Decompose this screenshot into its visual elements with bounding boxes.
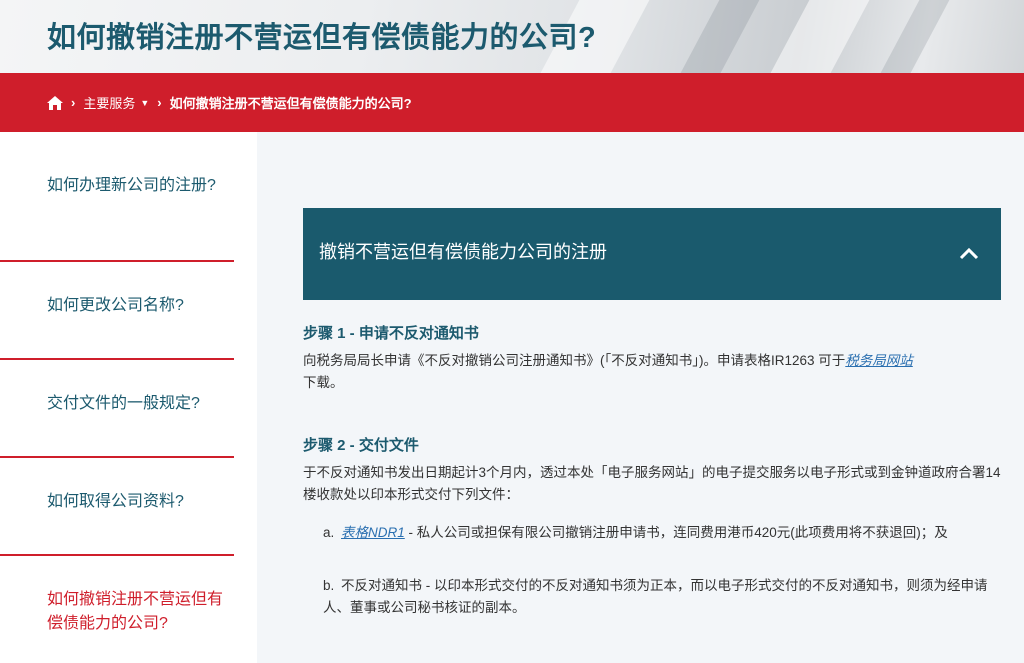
list-item-text: 不反对通知书 - 以印本形式交付的不反对通知书须为正本，而以电子形式交付的不反对… <box>323 578 988 615</box>
breadcrumb-current: 如何撤销注册不营运但有偿债能力的公司? <box>169 96 412 111</box>
caret-down-icon[interactable]: ▼ <box>140 98 149 108</box>
sidebar-item-label[interactable]: 交付文件的一般规定? <box>47 392 227 416</box>
chevron-up-icon[interactable] <box>959 246 979 260</box>
sidebar-item-deregistration[interactable]: 如何撤销注册不营运但有偿债能力的公司? <box>0 556 234 663</box>
step1-text-a: 向税务局局长申请《不反对撤销公司注册通知书》(「不反对通知书」)。申请表格IR1… <box>303 353 846 368</box>
accordion-title: 撤销不营运但有偿债能力公司的注册 <box>319 242 607 262</box>
sidebar: 如何办理新公司的注册? 如何更改公司名称? 交付文件的一般规定? 如何取得公司资… <box>0 132 257 663</box>
list-item: a. 表格NDR1 - 私人公司或担保有限公司撤销注册申请书，连同费用港币420元… <box>323 522 1003 544</box>
step2-heading: 步骤 2 - 交付文件 <box>303 437 419 454</box>
breadcrumb-separator-icon: › <box>157 95 162 110</box>
hero-decoration <box>880 0 950 73</box>
page-title: 如何撤销注册不营运但有偿债能力的公司? <box>47 22 597 54</box>
breadcrumb-separator-icon: › <box>71 95 76 110</box>
sidebar-item-general-requirements[interactable]: 交付文件的一般规定? <box>0 360 234 458</box>
breadcrumb: › 主要服务 ▼ › 如何撤销注册不营运但有偿债能力的公司? <box>0 73 1024 132</box>
sidebar-item-label[interactable]: 如何撤销注册不营运但有偿债能力的公司? <box>47 588 227 636</box>
sidebar-item-new-company[interactable]: 如何办理新公司的注册? <box>0 132 234 262</box>
breadcrumb-item-main-services[interactable]: 主要服务 <box>83 93 135 112</box>
sidebar-item-change-name[interactable]: 如何更改公司名称? <box>0 262 234 360</box>
sidebar-item-label[interactable]: 如何更改公司名称? <box>47 294 227 318</box>
hero-decoration <box>680 0 760 73</box>
sidebar-item-company-info[interactable]: 如何取得公司资料? <box>0 458 234 556</box>
list-marker: b. <box>323 578 335 593</box>
home-icon[interactable] <box>47 95 63 110</box>
accordion-header[interactable]: 撤销不营运但有偿债能力公司的注册 <box>303 208 1001 300</box>
sidebar-item-label[interactable]: 如何取得公司资料? <box>47 490 227 514</box>
step1-text: 向税务局局长申请《不反对撤销公司注册通知书》(「不反对通知书」)。申请表格IR1… <box>303 350 1003 394</box>
ird-website-link[interactable]: 税务局网站 <box>845 353 913 368</box>
form-ndr1-link[interactable]: 表格NDR1 <box>341 525 405 540</box>
list-marker: a. <box>323 525 335 540</box>
step1-heading: 步骤 1 - 申请不反对通知书 <box>303 325 479 342</box>
step1-text-b: 下载。 <box>303 375 344 390</box>
list-item: b. 不反对通知书 - 以印本形式交付的不反对通知书须为正本，而以电子形式交付的不… <box>323 575 1003 619</box>
page-hero: 如何撤销注册不营运但有偿债能力的公司? <box>0 0 1024 73</box>
main-content: 撤销不营运但有偿债能力公司的注册 步骤 1 - 申请不反对通知书 向税务局局长申… <box>257 132 1024 663</box>
list-item-text: - 私人公司或担保有限公司撤销注册申请书，连同费用港币420元(此项费用将不获退… <box>404 525 948 540</box>
hero-decoration <box>770 0 870 73</box>
sidebar-item-label[interactable]: 如何办理新公司的注册? <box>47 174 227 198</box>
step2-text: 于不反对通知书发出日期起计3个月内，透过本处「电子服务网站」的电子提交服务以电子… <box>303 465 1001 502</box>
